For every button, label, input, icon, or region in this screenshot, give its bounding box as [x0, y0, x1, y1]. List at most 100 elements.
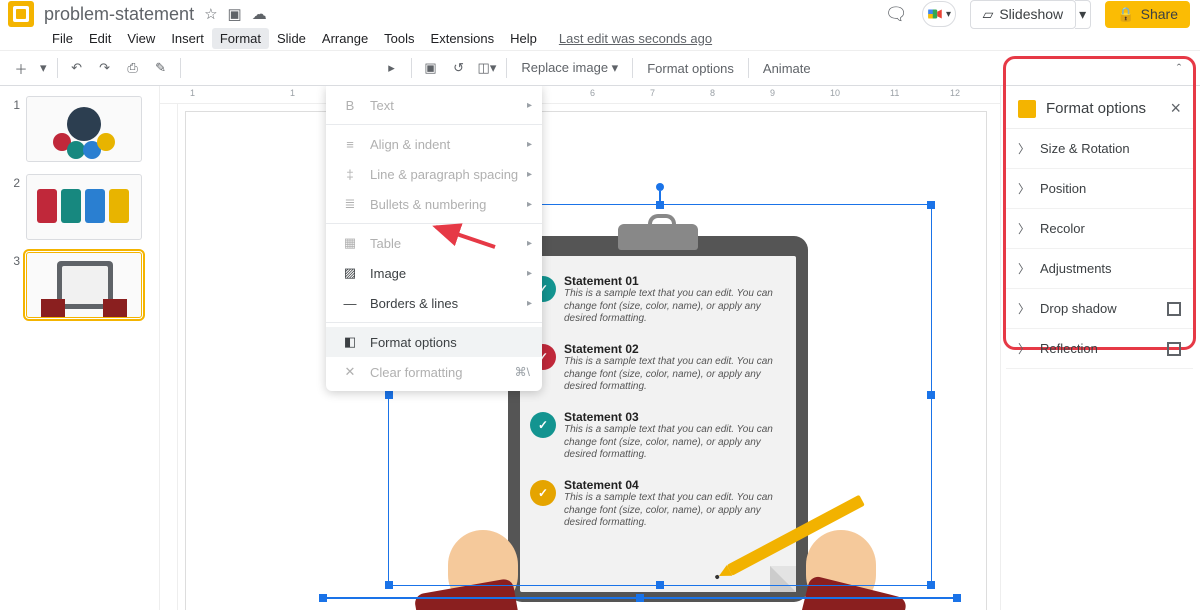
- menu-slide[interactable]: Slide: [269, 28, 314, 49]
- panel-row-size-rotation[interactable]: 〉Size & Rotation: [1006, 129, 1193, 169]
- chevron-right-icon: 〉: [1018, 180, 1030, 197]
- thumb-row[interactable]: 1: [6, 96, 153, 162]
- menu-item-label: Borders & lines: [370, 296, 458, 311]
- panel-row-label: Drop shadow: [1040, 301, 1167, 316]
- ruler-tick: 6: [590, 88, 595, 98]
- slideshow-button[interactable]: ▱ Slideshow: [970, 0, 1077, 29]
- slides-app-icon: [8, 1, 34, 27]
- crop-handle[interactable]: [953, 594, 961, 602]
- resize-handle[interactable]: [385, 581, 393, 589]
- menu-item-label: Bullets & numbering: [370, 197, 486, 212]
- lock-icon: 🔒: [1117, 6, 1134, 23]
- panel-row-position[interactable]: 〉 Position: [1006, 169, 1193, 209]
- close-icon[interactable]: ×: [1170, 98, 1181, 119]
- resize-handle[interactable]: [656, 581, 664, 589]
- slide-thumbnail-1[interactable]: [26, 96, 142, 162]
- menu-item-borders-lines[interactable]: —Borders & lines▸: [326, 288, 542, 318]
- menu-file[interactable]: File: [44, 28, 81, 49]
- menu-item-label: Table: [370, 236, 401, 251]
- comments-icon[interactable]: 🗨: [885, 4, 908, 25]
- panel-row-drop-shadow[interactable]: 〉Drop shadow: [1006, 289, 1193, 329]
- document-title[interactable]: problem-statement: [44, 4, 194, 25]
- resize-handle[interactable]: [927, 201, 935, 209]
- annotation-arrow-icon: [430, 222, 500, 255]
- mask-dropdown[interactable]: ◫▾: [474, 55, 501, 81]
- mask-image-button[interactable]: ▸: [379, 55, 405, 81]
- meet-button[interactable]: ▾: [922, 1, 956, 27]
- reset-button[interactable]: ↺: [446, 55, 472, 81]
- crop-button[interactable]: ▣: [418, 55, 444, 81]
- menu-format[interactable]: Format: [212, 28, 269, 49]
- menu-insert[interactable]: Insert: [163, 28, 212, 49]
- menu-bar: File Edit View Insert Format Slide Arran…: [0, 26, 1200, 50]
- redo-button[interactable]: ↷: [92, 55, 118, 81]
- menu-help[interactable]: Help: [502, 28, 545, 49]
- panel-row-label: Position: [1040, 181, 1181, 196]
- separator: [411, 58, 412, 78]
- cloud-status-icon[interactable]: ☁: [252, 5, 267, 23]
- checkbox[interactable]: [1167, 302, 1181, 316]
- panel-title: Format options: [1046, 100, 1170, 117]
- thumb-row[interactable]: 3: [6, 252, 153, 318]
- submenu-arrow-icon: ▸: [527, 100, 532, 111]
- panel-row-label: Recolor: [1040, 221, 1181, 236]
- star-icon[interactable]: ☆: [204, 5, 217, 23]
- new-slide-dropdown[interactable]: ▾: [36, 55, 51, 81]
- resize-handle[interactable]: [656, 201, 664, 209]
- move-icon[interactable]: ▣: [228, 5, 242, 23]
- annotation-highlight-box: Format options × 〉Size & Rotation 〉 Positi…: [1003, 56, 1196, 350]
- menu-arrange[interactable]: Arrange: [314, 28, 376, 49]
- chevron-right-icon: 〉: [1018, 220, 1030, 237]
- undo-button[interactable]: ↶: [64, 55, 90, 81]
- filmstrip[interactable]: 1 2 3: [0, 86, 160, 610]
- menu-item-icon: ▦: [340, 235, 360, 251]
- chevron-right-icon: 〉: [1018, 260, 1030, 277]
- new-slide-button[interactable]: ＋: [8, 55, 34, 81]
- title-bar: problem-statement ☆ ▣ ☁ 🗨 ▾ ▱ Slideshow …: [0, 0, 1200, 26]
- paint-format-button[interactable]: ✎: [148, 55, 174, 81]
- ruler-tick: 1: [190, 88, 195, 98]
- crop-handle[interactable]: [319, 594, 327, 602]
- animate-button[interactable]: Animate: [755, 61, 819, 76]
- ruler-tick: 11: [890, 88, 899, 98]
- menu-item-icon: ≣: [340, 196, 360, 212]
- menu-item-label: Align & indent: [370, 137, 450, 152]
- menu-edit[interactable]: Edit: [81, 28, 119, 49]
- chevron-right-icon: 〉: [1018, 340, 1030, 357]
- menu-item-icon: ▨: [340, 265, 360, 281]
- menu-item-format-options[interactable]: ◧Format options: [326, 327, 542, 357]
- canvas[interactable]: 1 1 2 3 4 5 6 7 8 9 10 11 12 Statement 0…: [160, 86, 1000, 610]
- panel-row-adjustments[interactable]: 〉Adjustments: [1006, 249, 1193, 289]
- last-edit-link[interactable]: Last edit was seconds ago: [559, 31, 712, 46]
- separator: [632, 58, 633, 78]
- menu-item-icon: ✕: [340, 364, 360, 380]
- slideshow-label: Slideshow: [999, 6, 1063, 22]
- print-button[interactable]: ⎙: [120, 55, 146, 81]
- checkbox[interactable]: [1167, 342, 1181, 356]
- slideshow-dropdown[interactable]: ▾: [1075, 0, 1091, 29]
- menu-tools[interactable]: Tools: [376, 28, 422, 49]
- format-options-button[interactable]: Format options: [639, 61, 742, 76]
- crop-handle[interactable]: [636, 594, 644, 602]
- slide-thumbnail-3[interactable]: [26, 252, 142, 318]
- thumb-row[interactable]: 2: [6, 174, 153, 240]
- panel-row-reflection[interactable]: 〉Reflection: [1006, 329, 1193, 369]
- resize-handle[interactable]: [927, 391, 935, 399]
- menu-item-icon: ≡: [340, 137, 360, 152]
- thumb-number: 2: [6, 176, 20, 190]
- resize-handle[interactable]: [385, 391, 393, 399]
- ruler-tick: 9: [770, 88, 775, 98]
- panel-row-recolor[interactable]: 〉 Recolor: [1006, 209, 1193, 249]
- replace-image-button[interactable]: Replace image ▾: [513, 60, 626, 76]
- share-button[interactable]: 🔒 Share: [1105, 1, 1190, 28]
- menu-view[interactable]: View: [119, 28, 163, 49]
- slide-thumbnail-2[interactable]: [26, 174, 142, 240]
- ruler-tick: 7: [650, 88, 655, 98]
- rotate-handle[interactable]: [656, 183, 664, 191]
- menu-separator: [326, 322, 542, 323]
- menu-extensions[interactable]: Extensions: [423, 28, 503, 49]
- menu-item-label: Line & paragraph spacing: [370, 167, 518, 182]
- menu-item-image[interactable]: ▨Image▸: [326, 258, 542, 288]
- resize-handle[interactable]: [927, 581, 935, 589]
- crop-guide[interactable]: [319, 597, 961, 599]
